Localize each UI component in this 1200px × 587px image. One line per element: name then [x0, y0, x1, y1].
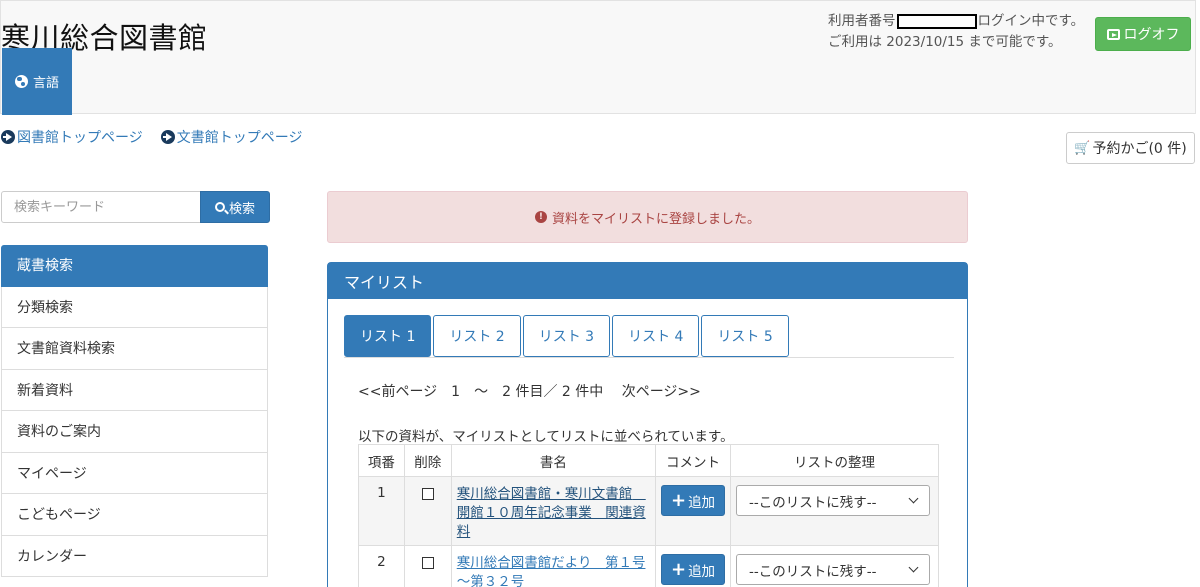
- language-button[interactable]: 言語: [2, 48, 72, 115]
- arrow-circle-right-icon: [1, 130, 15, 144]
- title-cell: 寒川総合図書館だより 第１号～第３２号: [450, 545, 657, 587]
- mylist-panel: マイリスト リスト 1 リスト 2 リスト 3 リスト 4 リスト 5 <<前ペ…: [327, 262, 968, 587]
- archives-top-link-label: 文書館トップページ: [176, 130, 303, 146]
- search-button-label: 検索: [228, 201, 255, 217]
- sidebar-item-calendar[interactable]: カレンダー: [1, 535, 268, 577]
- alert-message: 資料をマイリストに登録しました。: [551, 211, 760, 227]
- sidebar-item-kids-page[interactable]: こどもページ: [1, 494, 268, 536]
- page-header: 寒川総合図書館 言語 利用者番号 ログイン中です。 ご利用は 2023/10/1…: [0, 0, 1196, 115]
- table-row: 1 寒川総合図書館・寒川文書館 開館１０周年記念事業 関連資料 + 追加 --この…: [358, 476, 939, 546]
- organize-select-value: --このリストに残す--: [749, 563, 877, 580]
- sidebar-nav: 蔵書検索 分類検索 文書館資料検索 新着資料 資料のご案内 マイページ こどもペ…: [1, 245, 268, 577]
- search-input[interactable]: [1, 191, 201, 223]
- sidebar-item-material-guide[interactable]: 資料のご案内: [1, 411, 268, 453]
- arrow-circle-right-icon: [160, 130, 175, 144]
- tab-list-5[interactable]: リスト 5: [701, 315, 789, 357]
- user-number-label: 利用者番号: [828, 13, 896, 29]
- sidebar-item-my-page[interactable]: マイページ: [1, 452, 268, 494]
- delete-cell: [403, 545, 452, 587]
- list-intro-text: 以下の資料が、マイリストとしてリストに並べられています。: [358, 429, 734, 445]
- column-header-num: 項番: [358, 444, 405, 477]
- row-number: 2: [358, 545, 405, 587]
- globe-icon: [14, 75, 28, 88]
- sidebar-item-archives-search[interactable]: 文書館資料検索: [1, 328, 268, 370]
- title-cell: 寒川総合図書館・寒川文書館 開館１０周年記念事業 関連資料: [450, 476, 657, 546]
- tab-list-2[interactable]: リスト 2: [433, 315, 521, 357]
- add-label: 追加: [688, 563, 716, 580]
- organize-cell: --このリストに残す--: [730, 545, 939, 587]
- sidebar-item-new-arrivals[interactable]: 新着資料: [1, 369, 268, 411]
- column-header-title: 書名: [450, 444, 657, 477]
- organize-select[interactable]: --このリストに残す--: [736, 485, 930, 516]
- exclamation-circle-icon: !: [534, 211, 547, 223]
- user-info: 利用者番号 ログイン中です。 ご利用は 2023/10/15 まで可能です。: [828, 11, 1084, 53]
- sidebar-item-collection-search[interactable]: 蔵書検索: [1, 245, 268, 287]
- logoff-button[interactable]: ログオフ: [1095, 17, 1191, 51]
- row-number: 1: [358, 476, 405, 546]
- search-icon: [214, 202, 225, 212]
- mylist-table: 項番 削除 書名 コメント リストの整理 1 寒川総合図書館・寒川文書館 開館１…: [358, 444, 939, 587]
- top-links: 図書館トップページ 文書館トップページ: [1, 127, 302, 147]
- login-status: ログイン中です。: [977, 13, 1085, 29]
- library-top-link[interactable]: 図書館トップページ: [1, 127, 143, 147]
- column-header-organize: リストの整理: [730, 444, 939, 477]
- book-title-link[interactable]: 寒川総合図書館・寒川文書館 開館１０周年記念事業 関連資料: [457, 486, 646, 540]
- availability-text: ご利用は 2023/10/15 まで可能です。: [828, 34, 1062, 50]
- column-header-delete: 削除: [403, 444, 452, 477]
- delete-cell: [403, 476, 452, 546]
- tab-list-4[interactable]: リスト 4: [612, 315, 700, 357]
- table-row: 2 寒川総合図書館だより 第１号～第３２号 + 追加 --このリストに残す--: [358, 545, 939, 587]
- plus-icon: +: [670, 558, 687, 580]
- library-top-link-label: 図書館トップページ: [17, 130, 143, 146]
- tab-list-3[interactable]: リスト 3: [522, 315, 611, 357]
- logoff-label: ログオフ: [1123, 27, 1180, 43]
- delete-checkbox[interactable]: [421, 488, 434, 500]
- column-header-comment: コメント: [655, 444, 731, 477]
- add-comment-button[interactable]: + 追加: [661, 554, 726, 585]
- comment-cell: + 追加: [655, 545, 731, 587]
- book-title-link[interactable]: 寒川総合図書館だより 第１号～第３２号: [457, 555, 646, 587]
- chevron-down-icon: [908, 493, 919, 504]
- comment-cell: + 追加: [655, 476, 731, 546]
- delete-checkbox[interactable]: [421, 557, 434, 569]
- redacted-user-number: [896, 14, 977, 29]
- organize-select[interactable]: --このリストに残す--: [736, 554, 930, 585]
- add-comment-button[interactable]: + 追加: [661, 485, 726, 516]
- chevron-down-icon: [908, 562, 919, 573]
- success-alert: ! 資料をマイリストに登録しました。: [327, 191, 968, 243]
- add-label: 追加: [688, 494, 716, 511]
- pagination: <<前ページ 1 ～ 2 件目／ 2 件中 次ページ>>: [358, 384, 701, 400]
- shopping-cart-icon: 🛒: [1074, 140, 1091, 156]
- archives-top-link[interactable]: 文書館トップページ: [160, 127, 303, 147]
- tab-list-1[interactable]: リスト 1: [344, 315, 432, 357]
- organize-cell: --このリストに残す--: [730, 476, 939, 546]
- mylist-heading: マイリスト: [328, 263, 967, 299]
- cart-label: 予約かご(0 件): [1092, 141, 1187, 157]
- list-tabs: リスト 1 リスト 2 リスト 3 リスト 4 リスト 5: [344, 315, 954, 358]
- sidebar-item-classification-search[interactable]: 分類検索: [1, 286, 268, 328]
- organize-select-value: --このリストに残す--: [749, 494, 877, 511]
- language-label: 言語: [32, 76, 59, 91]
- search-button[interactable]: 検索: [200, 191, 270, 223]
- sign-out-icon: [1106, 28, 1120, 40]
- reservation-cart-button[interactable]: 🛒 予約かご(0 件): [1066, 132, 1195, 164]
- plus-icon: +: [670, 489, 687, 511]
